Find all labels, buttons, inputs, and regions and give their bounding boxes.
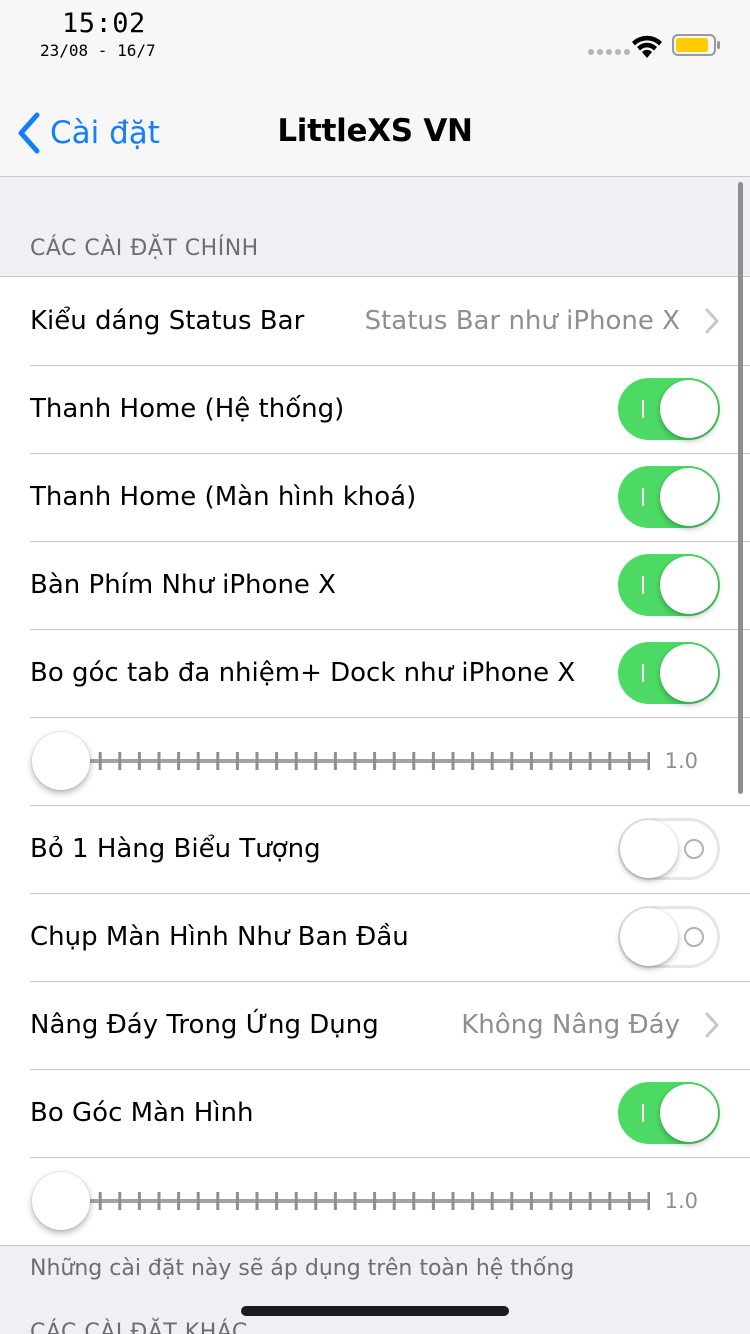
switch-knob xyxy=(660,380,718,438)
settings-table: Kiểu dáng Status Bar Status Bar như iPhon… xyxy=(0,276,750,1246)
table-row: Thanh Home (Hệ thống) xyxy=(0,365,750,453)
next-section-header: CÁC CÀI ĐẶT KHÁC xyxy=(30,1320,248,1334)
slider-value: 1.0 xyxy=(664,749,698,773)
row-label: Kiểu dáng Status Bar xyxy=(30,306,305,336)
toggle-switch[interactable] xyxy=(618,378,720,440)
row-value: Không Nâng Đáy xyxy=(461,1010,680,1040)
chevron-right-icon xyxy=(705,1012,719,1038)
toggle-switch[interactable] xyxy=(618,906,720,968)
row-label: Thanh Home (Hệ thống) xyxy=(30,394,345,424)
section-footer: Những cài đặt này sẽ áp dụng trên toàn h… xyxy=(30,1256,575,1281)
slider-knob[interactable] xyxy=(32,732,90,790)
slider-row: 1.0 xyxy=(0,1157,750,1245)
section-header: CÁC CÀI ĐẶT CHÍNH xyxy=(30,236,259,261)
toggle-switch[interactable] xyxy=(618,642,720,704)
switch-knob xyxy=(660,468,718,526)
switch-on-mark xyxy=(642,1104,644,1122)
table-row: Bỏ 1 Hàng Biểu Tượng xyxy=(0,805,750,893)
table-row: Chụp Màn Hình Như Ban Đầu xyxy=(0,893,750,981)
row-label: Bo góc tab đa nhiệm+ Dock như iPhone X xyxy=(30,658,576,688)
switch-on-mark xyxy=(642,488,644,506)
date: 23/08 - 16/7 xyxy=(40,41,156,60)
row-label: Bo Góc Màn Hình xyxy=(30,1098,254,1128)
value-slider[interactable] xyxy=(30,717,660,805)
row-label: Chụp Màn Hình Như Ban Đầu xyxy=(30,922,409,952)
toggle-switch[interactable] xyxy=(618,554,720,616)
table-row: Bo Góc Màn Hình xyxy=(0,1069,750,1157)
switch-knob xyxy=(660,556,718,614)
navigation-bar: Cài đặt LittleXS VN xyxy=(0,88,750,177)
home-indicator[interactable] xyxy=(241,1306,509,1316)
table-row: Bàn Phím Như iPhone X xyxy=(0,541,750,629)
table-row: Bo góc tab đa nhiệm+ Dock như iPhone X xyxy=(0,629,750,717)
screen: 15:02 23/08 - 16/7 Cài đặt LittleXS VN C… xyxy=(0,0,750,1334)
switch-on-mark xyxy=(642,400,644,418)
switch-on-mark xyxy=(642,576,644,594)
battery-icon xyxy=(672,34,720,56)
row-label: Bỏ 1 Hàng Biểu Tượng xyxy=(30,834,321,864)
row-label: Thanh Home (Màn hình khoá) xyxy=(30,482,417,512)
toggle-switch[interactable] xyxy=(618,818,720,880)
switch-off-mark xyxy=(684,839,704,859)
wifi-icon xyxy=(632,35,662,58)
chevron-right-icon xyxy=(705,308,719,334)
row-value: Status Bar như iPhone X xyxy=(364,306,680,336)
status-bar: 15:02 23/08 - 16/7 xyxy=(0,0,750,88)
switch-knob xyxy=(660,1084,718,1142)
slider-value: 1.0 xyxy=(664,1189,698,1213)
page-title: LittleXS VN xyxy=(277,113,473,149)
toggle-switch[interactable] xyxy=(618,1082,720,1144)
toggle-switch[interactable] xyxy=(618,466,720,528)
switch-knob xyxy=(660,644,718,702)
switch-off-mark xyxy=(684,927,704,947)
switch-on-mark xyxy=(642,664,644,682)
table-row[interactable]: Kiểu dáng Status Bar Status Bar như iPhon… xyxy=(0,277,750,365)
table-row[interactable]: Nâng Đáy Trong Ứng Dụng Không Nâng Đáy xyxy=(0,981,750,1069)
switch-knob xyxy=(620,908,678,966)
row-label: Nâng Đáy Trong Ứng Dụng xyxy=(30,1010,379,1040)
clock: 15:02 xyxy=(62,8,146,39)
table-row: Thanh Home (Màn hình khoá) xyxy=(0,453,750,541)
slider-ticks xyxy=(60,1192,650,1210)
scroll-indicator[interactable] xyxy=(738,182,743,794)
signal-dots-icon xyxy=(588,49,630,55)
row-label: Bàn Phím Như iPhone X xyxy=(30,570,336,600)
value-slider[interactable] xyxy=(30,1157,660,1245)
slider-row: 1.0 xyxy=(0,717,750,805)
slider-knob[interactable] xyxy=(32,1172,90,1230)
slider-ticks xyxy=(60,752,650,770)
switch-knob xyxy=(620,820,678,878)
